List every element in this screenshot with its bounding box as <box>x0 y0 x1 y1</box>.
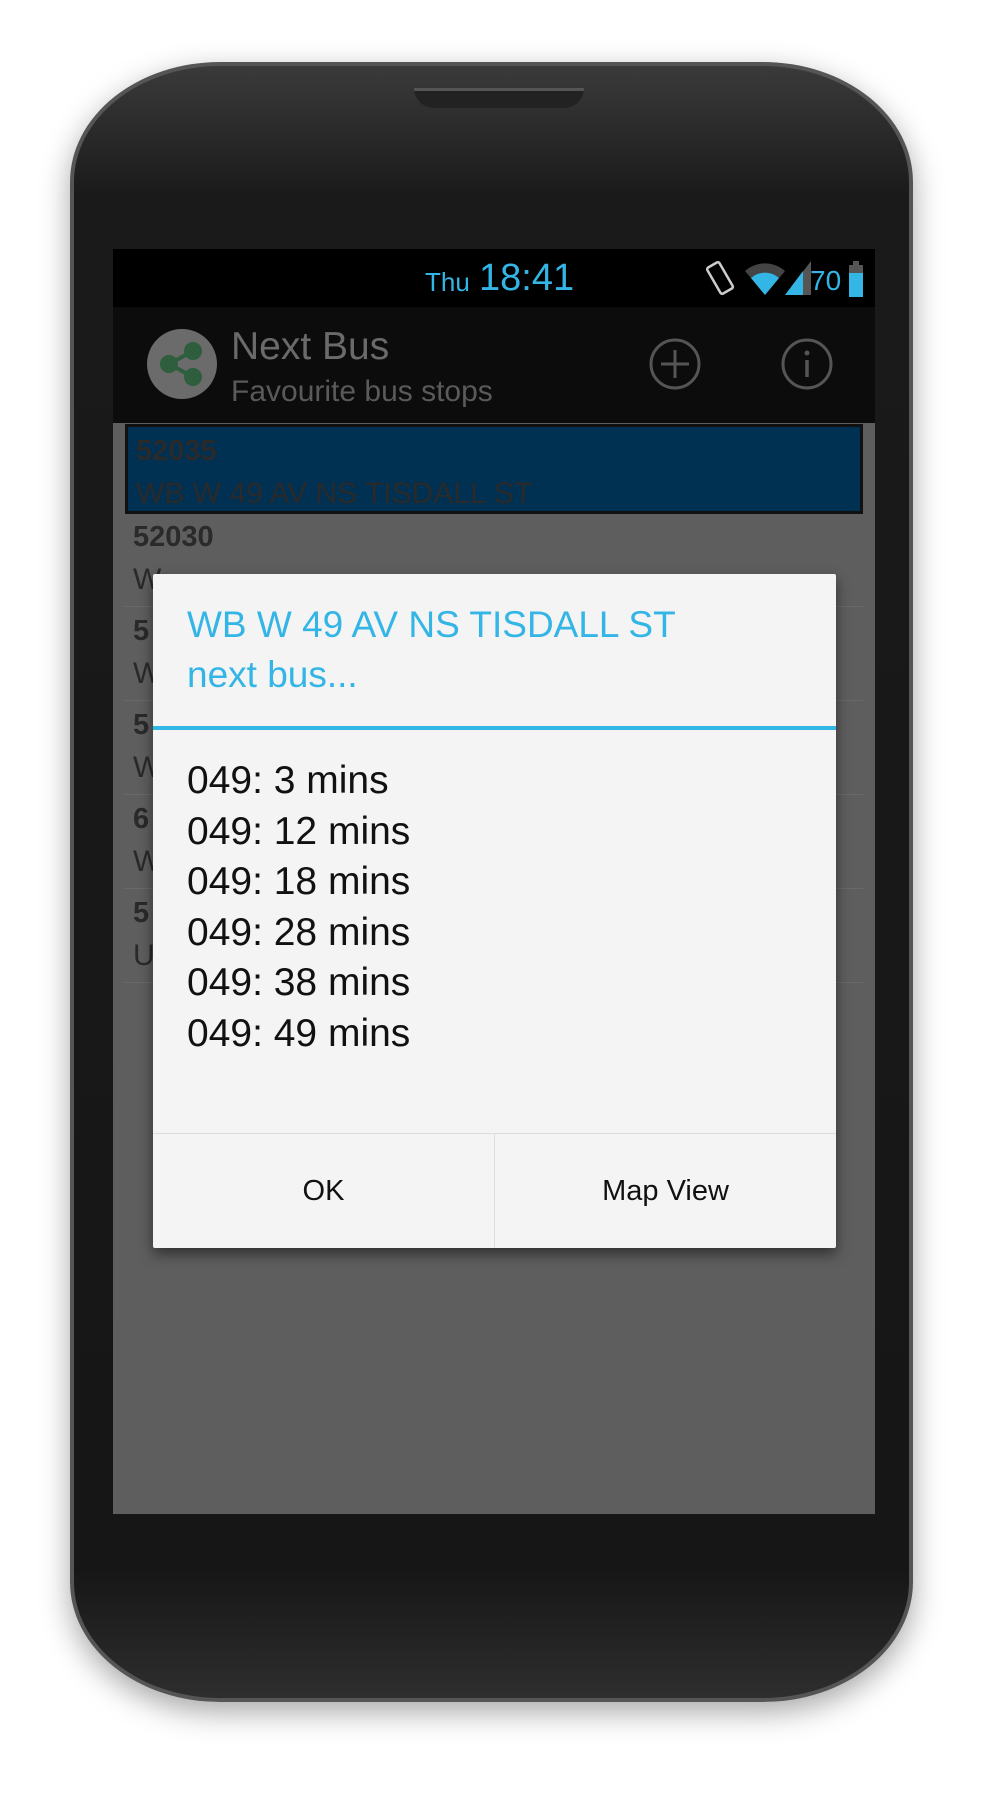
status-day: Thu <box>425 267 470 297</box>
list-item-selected[interactable]: 52035 WB W 49 AV NS TISDALL ST <box>125 424 863 514</box>
speaker-grille <box>414 88 584 108</box>
stop-id: 5 <box>133 615 150 647</box>
battery-icon <box>849 261 863 297</box>
arrival-time: 049: 49 mins <box>187 1011 411 1055</box>
dialog-title-sub: next bus... <box>187 654 358 695</box>
stop-id: 52035 <box>136 435 217 467</box>
stop-id: 6 <box>133 803 150 835</box>
arrival-time: 049: 12 mins <box>187 809 411 853</box>
share-icon[interactable] <box>147 329 217 399</box>
stop-id: 5 <box>133 897 150 929</box>
status-time: 18:41 <box>479 257 575 299</box>
ok-button[interactable]: OK <box>153 1134 494 1248</box>
arrival-times: 049: 3 mins 049: 12 mins 049: 18 mins 04… <box>187 756 410 1059</box>
action-bar: Next Bus Favourite bus stops <box>113 307 875 423</box>
app-subtitle: Favourite bus stops <box>231 375 493 408</box>
dialog-divider <box>153 726 836 730</box>
vibrate-icon <box>705 260 735 296</box>
arrival-time: 049: 3 mins <box>187 759 389 802</box>
stop-name: WB W 49 AV NS TISDALL ST <box>136 477 533 510</box>
stop-id: 52030 <box>133 521 214 553</box>
info-icon[interactable] <box>780 337 834 391</box>
dialog-title: WB W 49 AV NS TISDALL ST next bus... <box>187 600 676 700</box>
signal-icon <box>785 261 811 295</box>
wifi-icon <box>745 263 785 295</box>
next-bus-dialog: WB W 49 AV NS TISDALL ST next bus... 049:… <box>153 574 836 1248</box>
stop-name: U <box>133 939 155 972</box>
map-view-button[interactable]: Map View <box>494 1134 836 1248</box>
battery-level: 70 <box>810 265 842 296</box>
dialog-title-stop: WB W 49 AV NS TISDALL ST <box>187 604 676 645</box>
arrival-time: 049: 38 mins <box>187 961 411 1004</box>
arrival-time: 049: 28 mins <box>187 910 411 954</box>
app-title: Next Bus <box>231 325 390 368</box>
screen: Thu 18:41 70 Next Bus Favourite bus stop… <box>113 249 875 1514</box>
arrival-time: 049: 18 mins <box>187 860 411 903</box>
add-icon[interactable] <box>648 337 702 391</box>
stop-id: 5 <box>133 709 150 741</box>
status-bar: Thu 18:41 70 <box>113 249 875 307</box>
dialog-buttons: OK Map View <box>153 1133 836 1248</box>
